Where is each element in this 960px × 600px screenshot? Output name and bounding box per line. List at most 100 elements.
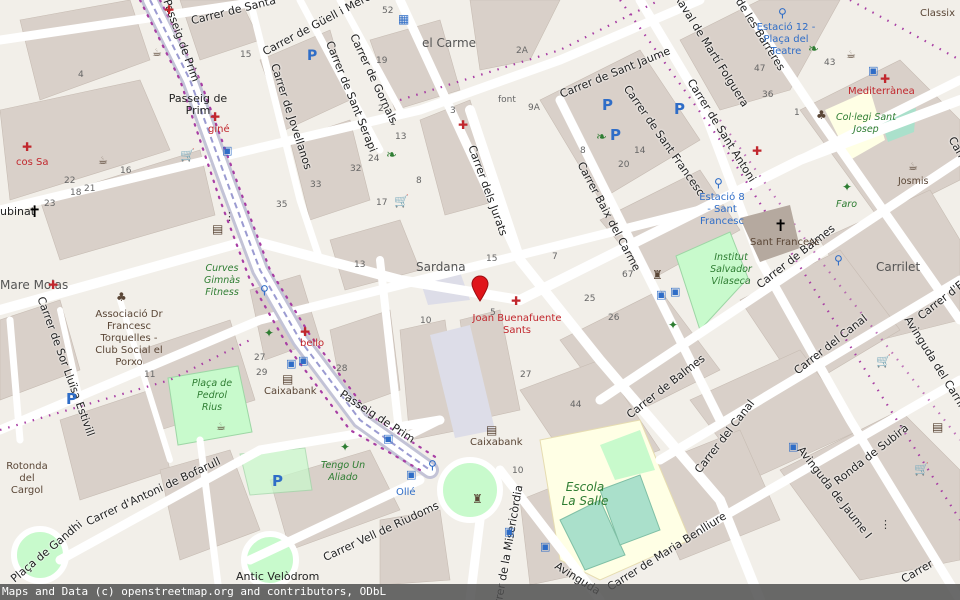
traffic-signal-icon: ⋮ — [880, 518, 891, 531]
community-icon: ♣ — [816, 108, 827, 122]
parking-icon: P — [674, 100, 685, 118]
parking-icon: P — [272, 472, 283, 490]
place-label: el Carme — [422, 36, 477, 50]
house-number: 10 — [512, 466, 524, 476]
poi-label: Caixabank — [470, 437, 523, 448]
dog-park-icon: ❧ — [596, 130, 607, 145]
bicycle-rental-icon: ⚲ — [778, 6, 787, 20]
traffic-signal-icon: ⋮ — [224, 210, 235, 223]
church-icon: ✝ — [774, 216, 788, 235]
house-number: 17 — [376, 198, 388, 208]
cafe-icon: ☕ — [98, 154, 108, 167]
pharmacy-icon: ✚ — [48, 278, 59, 292]
house-number: 36 — [762, 90, 774, 100]
cafe-icon: ☕ — [908, 160, 918, 173]
place-label: Antic Velòdrom — [236, 570, 320, 583]
fitness-icon: ✦ — [340, 440, 351, 454]
pharmacy-icon: ✚ — [164, 3, 175, 17]
atm-icon: ▤ — [932, 420, 944, 434]
poi-label: Tengo Un Aliado — [320, 460, 366, 483]
poi-label: Curves Gimnàs Fitness — [203, 263, 241, 298]
cafe-icon: ☕ — [152, 46, 162, 59]
map-canvas[interactable]: Carrer de Santa Carrer de Güell i Mercad… — [0, 0, 960, 600]
pharmacy-icon: ✚ — [752, 144, 763, 158]
poi-label: Rotonda del Cargol — [6, 461, 48, 496]
poi-label: cos Sa — [16, 157, 49, 168]
house-number: 29 — [256, 368, 268, 378]
shop-icon: 🛒 — [876, 354, 891, 368]
monument-icon: ♜ — [472, 492, 483, 506]
fitness-icon: ✦ — [842, 180, 853, 194]
place-label: Sardana — [416, 260, 466, 274]
dog-park-icon: ❧ — [808, 42, 819, 57]
poi-label: Institut Salvador Vilaseca — [710, 252, 752, 287]
poi-label: Ollé — [396, 487, 416, 498]
house-number: 32 — [350, 164, 362, 174]
house-number: 7 — [552, 252, 558, 262]
location-pin-icon[interactable] — [470, 274, 490, 302]
house-number: 8 — [416, 176, 422, 186]
fitness-icon: ✦ — [264, 326, 275, 340]
atm-icon: ▤ — [282, 372, 294, 386]
community-icon: ♣ — [116, 290, 127, 304]
parking-icon: P — [602, 96, 613, 114]
poi-label: Estació 12 - Plaça del Teatre — [756, 22, 816, 57]
pharmacy-icon: ✚ — [458, 118, 469, 132]
parking-icon: P — [307, 48, 318, 64]
bus-stop-icon: ▣ — [656, 288, 667, 301]
poi-label: giné — [208, 124, 230, 135]
atm-icon: ▤ — [212, 222, 224, 236]
house-number: 10 — [420, 316, 432, 326]
pharmacy-icon: ✚ — [210, 110, 221, 124]
bus-stop-icon: ▣ — [670, 285, 681, 298]
house-number: 27 — [254, 353, 266, 363]
bus-stop-icon: ▣ — [540, 540, 551, 553]
poi-label: Associació Dr Francesc Torquelles - Club… — [95, 309, 163, 368]
bus-stop-icon: ▣ — [406, 468, 417, 481]
house-number: 13 — [354, 260, 366, 270]
cafe-icon: ☕ — [216, 420, 226, 433]
house-number: 25 — [584, 294, 596, 304]
house-number: 24 — [368, 154, 380, 164]
dog-park-icon: ❧ — [386, 148, 397, 163]
parking-icon: P — [66, 390, 77, 408]
house-number: 3 — [450, 106, 456, 116]
poi-label: Josmis — [898, 176, 929, 187]
house-number: 28 — [336, 364, 348, 374]
bicycle-rental-icon: ⚲ — [834, 253, 843, 267]
house-number: 20 — [618, 160, 630, 170]
poi-label: Faro — [836, 199, 858, 210]
bus-stop-icon: ▣ — [222, 144, 233, 157]
poi-label: Caixabank — [264, 386, 317, 397]
poi-label: Sant Francesc — [750, 237, 820, 248]
poi-label: Plaça de Pedrol Rius — [191, 378, 233, 413]
church-icon: ✝ — [28, 202, 42, 221]
house-number: 27 — [520, 370, 532, 380]
pharmacy-icon: ✚ — [300, 325, 311, 339]
house-number: 21 — [84, 184, 96, 194]
house-number: 5 — [490, 308, 496, 318]
bus-stop-icon: ▣ — [298, 354, 309, 367]
house-number: 22 — [64, 176, 76, 186]
bus-stop-icon: ▣ — [504, 525, 515, 538]
poi-label: Estació 8 - Sant Francesc — [699, 192, 745, 227]
house-number: 43 — [824, 58, 836, 68]
fitness-icon: ✦ — [668, 318, 679, 332]
house-number: 19 — [376, 56, 388, 66]
house-number: 9A — [528, 103, 540, 113]
bicycle-rental-icon: ⚲ — [428, 458, 437, 472]
monument-icon: ♜ — [652, 268, 663, 282]
place-label: Carrilet — [876, 260, 921, 274]
atm-icon: ▤ — [486, 423, 498, 437]
house-number: 1 — [794, 108, 800, 118]
bus-stop-icon: ▣ — [868, 64, 879, 77]
house-number: 18 — [70, 188, 82, 198]
house-number: 15 — [240, 50, 252, 60]
bus-stop-icon: ▣ — [383, 432, 394, 445]
house-number: 2 — [378, 104, 384, 114]
pharmacy-icon: ✚ — [511, 294, 522, 308]
poi-label: Escola La Salle — [561, 480, 609, 508]
map-attribution[interactable]: Maps and Data (c) openstreetmap.org and … — [0, 584, 960, 600]
poi-label: bello — [300, 338, 325, 349]
house-number: 13 — [395, 132, 407, 142]
